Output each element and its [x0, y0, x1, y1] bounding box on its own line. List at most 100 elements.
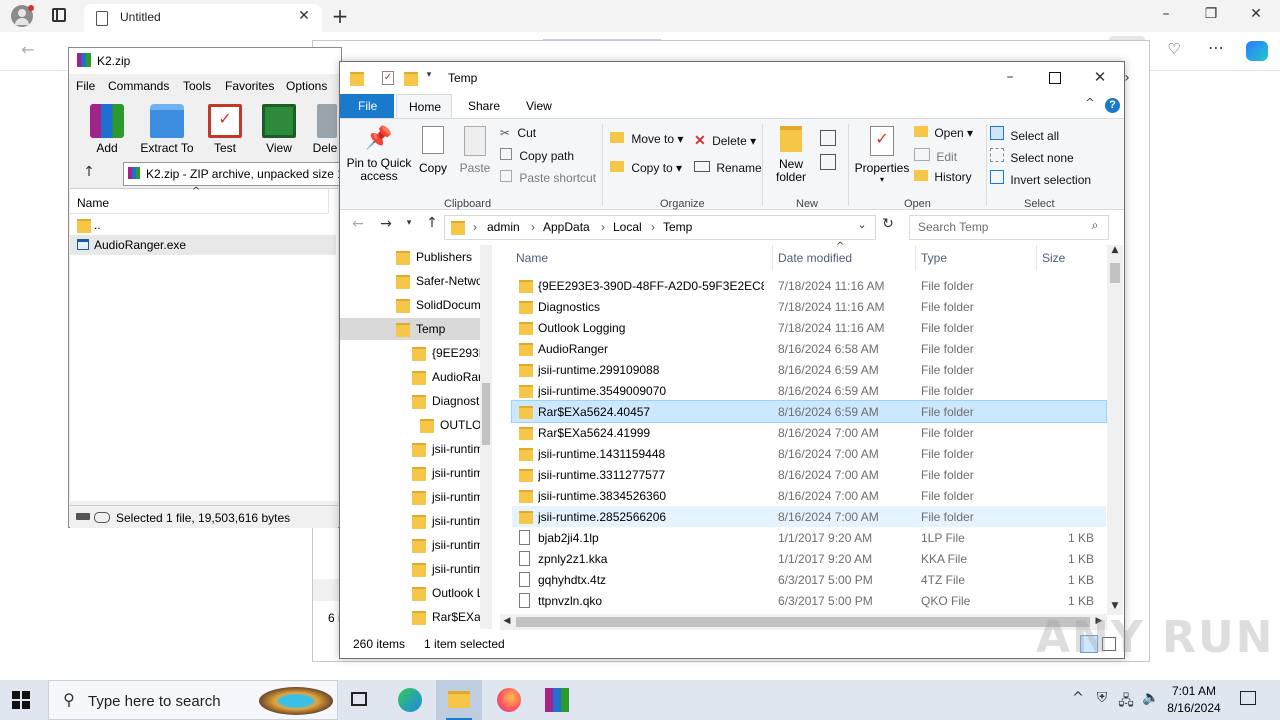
copy-path-button[interactable]: Copy path — [500, 148, 574, 163]
restore-icon[interactable]: ❐ — [1203, 6, 1219, 22]
column-header-name[interactable]: Name ^ — [70, 186, 329, 214]
new-item-icon[interactable] — [820, 130, 836, 146]
menu-commands[interactable]: Commands — [108, 79, 169, 93]
breadcrumb-temp[interactable]: Temp — [663, 220, 692, 234]
scroll-left-icon[interactable]: ◀ — [502, 616, 512, 626]
menu-tools[interactable]: Tools — [183, 79, 211, 93]
new-folder-quick-icon[interactable] — [404, 72, 418, 86]
nav-scrollbar[interactable] — [480, 245, 492, 629]
back-icon[interactable]: ← — [350, 216, 366, 232]
notifications-icon[interactable] — [1240, 691, 1256, 705]
tab-actions-icon[interactable] — [52, 8, 66, 22]
delete-ribbon-button[interactable]: ✕ Delete ▾ — [694, 132, 756, 149]
table-row[interactable]: Rar$EXa5624.40457 8/16/2024 6:59 AM File f… — [511, 400, 1107, 423]
edit-button[interactable]: Edit — [914, 148, 957, 164]
list-hscrollbar[interactable]: ◀ ▶ — [500, 614, 1107, 630]
properties-button[interactable]: ✓ Properties ▾ — [854, 126, 910, 192]
copilot-icon[interactable] — [1246, 41, 1268, 61]
test-button[interactable]: ✓ Test — [197, 104, 253, 160]
menu-options[interactable]: Options — [286, 79, 327, 93]
menu-file[interactable]: File — [76, 79, 95, 93]
paste-shortcut-button[interactable]: Paste shortcut — [500, 170, 596, 185]
nav-item[interactable]: jsii-runtim — [340, 486, 490, 508]
address-dropdown-icon[interactable]: ⌄ — [855, 218, 869, 231]
minimize-icon[interactable]: – — [1002, 69, 1018, 85]
open-button[interactable]: Open ▾ — [914, 126, 973, 140]
minimize-icon[interactable]: – — [1158, 6, 1174, 22]
table-row[interactable]: Outlook Logging 7/18/2024 11:16 AM File fo… — [512, 317, 1106, 338]
nav-item[interactable]: Publishers — [340, 246, 490, 268]
help-icon[interactable]: ? — [1105, 98, 1120, 113]
table-row[interactable]: jsii-runtime.3311277577 8/16/2024 7:00 AM… — [512, 464, 1106, 485]
list-hscrollbar-thumb[interactable] — [516, 617, 1090, 627]
up-one-level-icon[interactable]: ↑ — [81, 164, 97, 180]
delete-button[interactable]: Dele — [309, 104, 341, 160]
customize-quick-access-icon[interactable]: ▾ — [424, 70, 434, 80]
explorer-titlebar[interactable]: ✓ ▾ Temp – ✕ — [340, 62, 1124, 94]
new-folder-button[interactable]: New folder — [766, 126, 816, 192]
copy-button[interactable]: Copy — [418, 122, 448, 188]
cut-button[interactable]: ✂ Cut — [500, 126, 536, 140]
breadcrumb-local[interactable]: Local — [613, 220, 642, 234]
volume-icon[interactable]: 🔈 — [1142, 690, 1159, 706]
tab-view[interactable]: View — [526, 99, 552, 113]
nav-item[interactable]: SolidDocum — [340, 294, 490, 316]
table-row[interactable]: AudioRanger 8/16/2024 6:58 AM File folder — [512, 338, 1106, 359]
history-button[interactable]: History — [914, 170, 972, 184]
more-menu-icon[interactable]: ⋯ — [1206, 38, 1226, 57]
show-hidden-icons[interactable]: ^ — [1070, 690, 1086, 706]
nav-item[interactable]: AudioRang — [340, 366, 490, 388]
search-box[interactable]: Search Temp ⌕ — [909, 215, 1109, 240]
nav-item[interactable]: jsii-runtim — [340, 534, 490, 556]
view-button[interactable]: View — [251, 104, 307, 160]
tab-share[interactable]: Share — [468, 99, 500, 113]
table-row[interactable]: Diagnostics 7/18/2024 11:16 AM File folder — [512, 296, 1106, 317]
table-row[interactable]: bjab2ji4.1lp 1/1/2017 9:20 AM 1LP File 1 KB — [512, 527, 1106, 548]
back-icon[interactable]: ← — [18, 40, 38, 59]
select-none-button[interactable]: Select none — [990, 148, 1074, 165]
explorer-taskbar-button[interactable] — [436, 680, 482, 720]
collapse-ribbon-icon[interactable]: ^ — [1084, 96, 1096, 109]
list-vscrollbar-thumb[interactable] — [1110, 263, 1120, 283]
add-button[interactable]: Add — [79, 104, 135, 160]
select-all-button[interactable]: Select all — [990, 126, 1059, 143]
tab-home[interactable]: Home — [396, 94, 452, 118]
paste-button[interactable]: Paste — [458, 122, 492, 188]
column-header-size[interactable]: Size — [1042, 251, 1065, 265]
maximize-icon[interactable] — [1049, 72, 1061, 84]
rename-button[interactable]: Rename — [694, 161, 762, 175]
nav-item[interactable]: Outlook Lo — [340, 582, 490, 604]
scroll-up-icon[interactable]: ▲ — [1109, 245, 1121, 255]
nav-item[interactable]: {9EE293E3- — [340, 342, 490, 364]
table-row[interactable]: {9EE293E3-390D-48FF-A2D0-59F3E2EC88... 7/… — [512, 275, 1106, 296]
up-icon[interactable]: ↑ — [424, 215, 440, 231]
list-vscrollbar[interactable]: ▲ ▼ — [1107, 245, 1123, 615]
menu-favorites[interactable]: Favorites — [225, 79, 274, 93]
invert-selection-button[interactable]: Invert selection — [990, 170, 1091, 187]
taskbar-search[interactable]: ⚲ Type here to search — [48, 680, 338, 720]
address-bar[interactable]: › admin › AppData › Local › Temp ⌄ — [444, 215, 876, 240]
move-to-button[interactable]: Move to ▾ — [610, 132, 683, 146]
recent-locations-icon[interactable]: ▾ — [404, 218, 414, 228]
task-view-icon[interactable] — [351, 692, 367, 706]
scroll-down-icon[interactable]: ▼ — [1109, 601, 1121, 611]
breadcrumb-appdata[interactable]: AppData — [543, 220, 590, 234]
forward-icon[interactable]: → — [378, 216, 394, 232]
list-item[interactable]: AudioRanger.exe — [70, 235, 336, 255]
table-row[interactable]: jsii-runtime.3834526360 8/16/2024 7:00 AM… — [512, 485, 1106, 506]
nav-scrollbar-thumb[interactable] — [482, 383, 490, 445]
clock[interactable]: 7:01 AM 8/16/2024 — [1164, 683, 1224, 717]
winrar-titlebar[interactable]: K2.zip — [69, 48, 341, 74]
copy-to-button[interactable]: Copy to ▾ — [610, 161, 682, 175]
breadcrumb-admin[interactable]: admin — [487, 220, 520, 234]
table-row[interactable]: jsii-runtime.299109088 8/16/2024 6:59 AM F… — [512, 359, 1106, 380]
table-row[interactable]: jsii-runtime.2852566206 8/16/2024 7:00 AM… — [512, 506, 1106, 527]
easy-access-icon[interactable] — [820, 154, 836, 170]
tab-file[interactable]: File — [340, 94, 394, 118]
close-tab-icon[interactable]: ✕ — [296, 8, 312, 24]
table-row[interactable]: ttpnvzln.qko 6/3/2017 5:00 PM QKO File 1 KB — [512, 590, 1106, 611]
security-tray-icon[interactable]: ⛨ — [1094, 690, 1110, 706]
profile-avatar[interactable] — [11, 5, 34, 27]
firefox-taskbar-icon[interactable] — [497, 688, 521, 712]
edge-taskbar-icon[interactable] — [398, 688, 422, 712]
